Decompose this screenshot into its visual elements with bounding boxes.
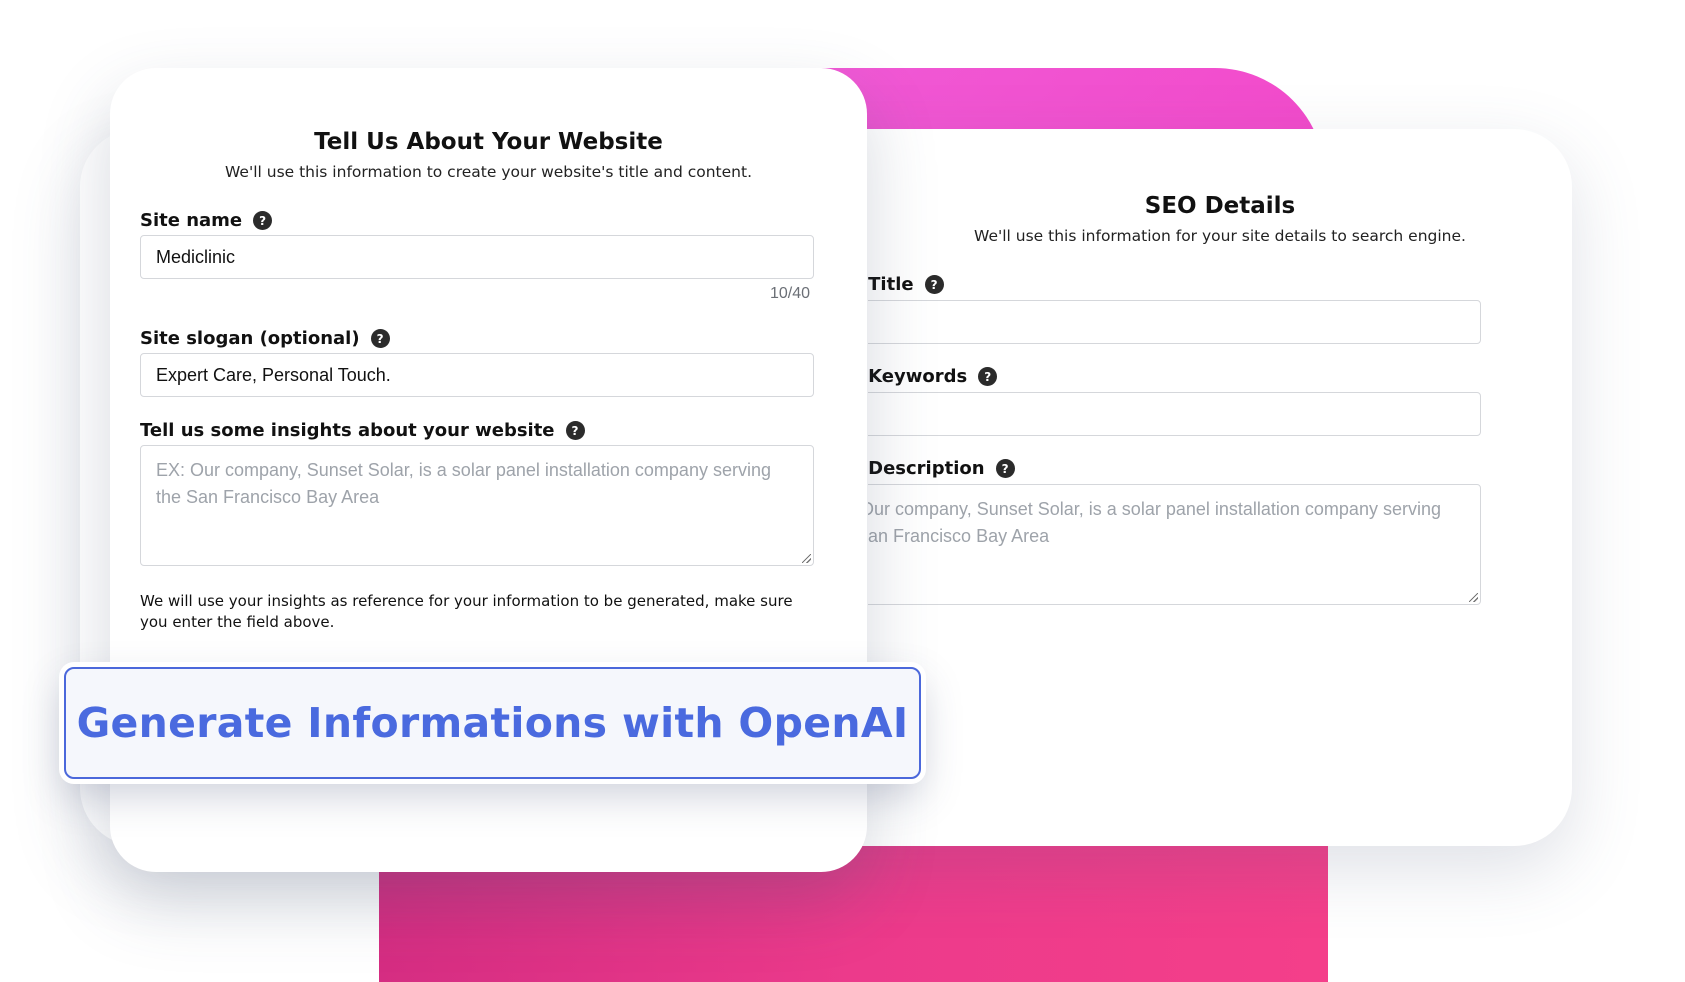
meta-keywords-label: Meta Keywords ? <box>868 366 998 387</box>
seo-subtitle: We'll use this information for your site… <box>974 227 1466 245</box>
site-name-char-counter: 10/40 <box>770 285 811 302</box>
meta-title-input[interactable] <box>868 300 1481 344</box>
meta-description-label: Meta Description ? <box>868 458 1015 479</box>
meta-keywords-input[interactable] <box>868 392 1481 436</box>
website-info-subtitle: We'll use this information to create you… <box>224 163 752 181</box>
insights-placeholder: EX: Our company, Sunset Solar, is a sola… <box>156 460 771 507</box>
help-icon[interactable]: ? <box>978 367 998 386</box>
site-slogan-label-text: Site slogan (optional) <box>140 328 360 349</box>
meta-description-label-text: Meta Description <box>868 458 985 479</box>
insights-label: Tell us some insights about your website… <box>140 420 585 441</box>
resize-handle-icon[interactable] <box>802 554 811 563</box>
generate-with-openai-button[interactable]: Generate Informations with OpenAI <box>64 667 921 779</box>
help-icon[interactable]: ? <box>370 329 390 348</box>
site-name-label: Site name ? <box>140 210 273 231</box>
resize-handle-icon[interactable] <box>1469 593 1478 602</box>
site-slogan-label: Site slogan (optional) ? <box>140 328 390 349</box>
insights-textarea[interactable]: EX: Our company, Sunset Solar, is a sola… <box>140 445 814 566</box>
seo-title: SEO Details <box>1144 193 1296 219</box>
help-icon[interactable]: ? <box>253 211 273 230</box>
meta-keywords-label-text: Meta Keywords <box>868 366 968 387</box>
site-name-label-text: Site name <box>140 210 243 231</box>
help-icon[interactable]: ? <box>565 421 585 440</box>
meta-title-label: Meta Title ? <box>868 274 944 295</box>
website-info-title: Tell Us About Your Website <box>314 129 663 155</box>
meta-description-placeholder: EX: Our company, Sunset Solar, is a sola… <box>868 499 1441 546</box>
site-name-input[interactable]: Mediclinic <box>140 235 814 279</box>
help-icon[interactable]: ? <box>924 275 944 294</box>
insights-label-text: Tell us some insights about your website <box>140 420 555 441</box>
meta-description-textarea[interactable]: EX: Our company, Sunset Solar, is a sola… <box>868 484 1481 605</box>
help-icon[interactable]: ? <box>995 459 1015 478</box>
seo-details-panel: SEO Details We'll use this information f… <box>868 129 1572 846</box>
insights-note: We will use your insights as reference f… <box>140 592 793 631</box>
meta-title-label-text: Meta Title <box>868 274 914 295</box>
site-slogan-input[interactable]: Expert Care, Personal Touch. <box>140 353 814 397</box>
